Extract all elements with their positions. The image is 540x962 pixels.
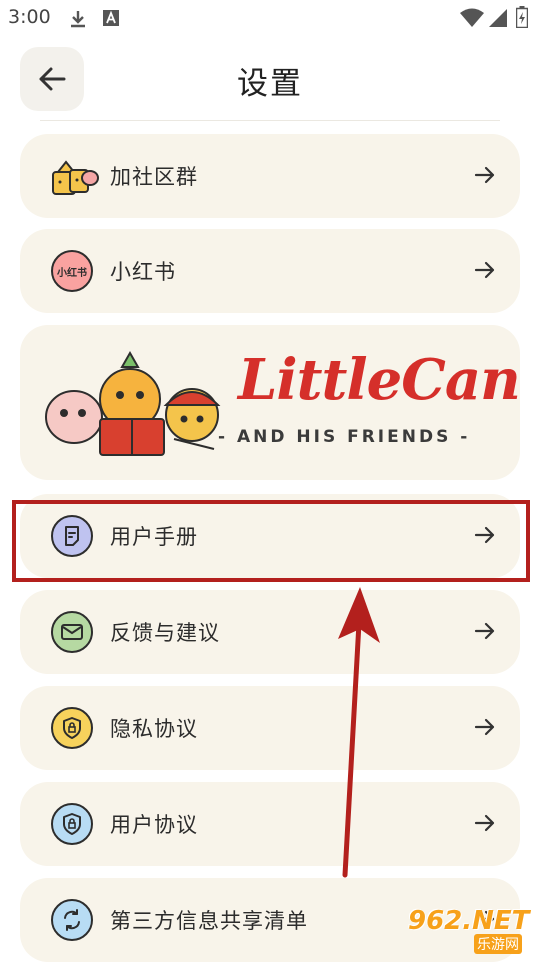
community-cups-icon — [52, 160, 99, 195]
menu-item-label: 隐私协议 — [110, 717, 198, 741]
a-badge-icon — [103, 10, 119, 26]
arrow-right-icon — [474, 718, 495, 736]
xiaohongshu-logo: 小红书 — [51, 250, 93, 292]
littlecan-logo-text: LittleCan — [238, 347, 520, 413]
xiaohongshu-logo-text: 小红书 — [57, 267, 87, 279]
menu-item-label: 反馈与建议 — [110, 621, 220, 645]
menu-item-label: 用户协议 — [110, 813, 198, 837]
littlecan-banner: LittleCan - AND HIS FRIENDS - — [20, 325, 520, 480]
mail-icon — [51, 611, 93, 653]
menu-item-community[interactable]: 加社区群 — [20, 134, 520, 218]
annotation-arrow-icon — [338, 587, 380, 878]
arrow-right-icon — [474, 814, 495, 832]
arrow-right-icon — [474, 261, 495, 279]
menu-item-label: 加社区群 — [110, 165, 198, 189]
arrow-right-icon — [474, 166, 495, 184]
battery-icon — [516, 6, 528, 28]
menu-item-xiaohongshu[interactable]: 小红书 小红书 — [20, 229, 520, 313]
header-divider — [40, 120, 500, 121]
download-icon — [71, 11, 85, 28]
signal-icon — [489, 9, 507, 27]
shield-lock-icon — [51, 803, 93, 845]
page-title: 设置 — [237, 66, 303, 102]
menu-item-feedback[interactable]: 反馈与建议 — [20, 590, 520, 674]
sync-arrows-icon — [51, 899, 93, 941]
menu-item-label: 小红书 — [110, 260, 176, 284]
watermark-sub: 乐游网 — [474, 934, 522, 954]
shield-lock-icon — [51, 707, 93, 749]
menu-item-privacy-policy[interactable]: 隐私协议 — [20, 686, 520, 770]
watermark: 962.NET 乐游网 — [404, 904, 534, 954]
highlight-box — [12, 500, 530, 582]
littlecan-characters-illustration — [45, 350, 221, 456]
status-time: 3:00 — [8, 6, 51, 28]
menu-item-user-agreement[interactable]: 用户协议 — [20, 782, 520, 866]
arrow-right-icon — [474, 622, 495, 640]
status-bar: 3:00 — [0, 0, 540, 36]
banner-subtitle: - AND HIS FRIENDS - — [218, 427, 471, 447]
menu-item-label: 第三方信息共享清单 — [110, 909, 308, 933]
wifi-icon — [460, 8, 484, 27]
watermark-brand: 962.NET — [408, 906, 530, 936]
